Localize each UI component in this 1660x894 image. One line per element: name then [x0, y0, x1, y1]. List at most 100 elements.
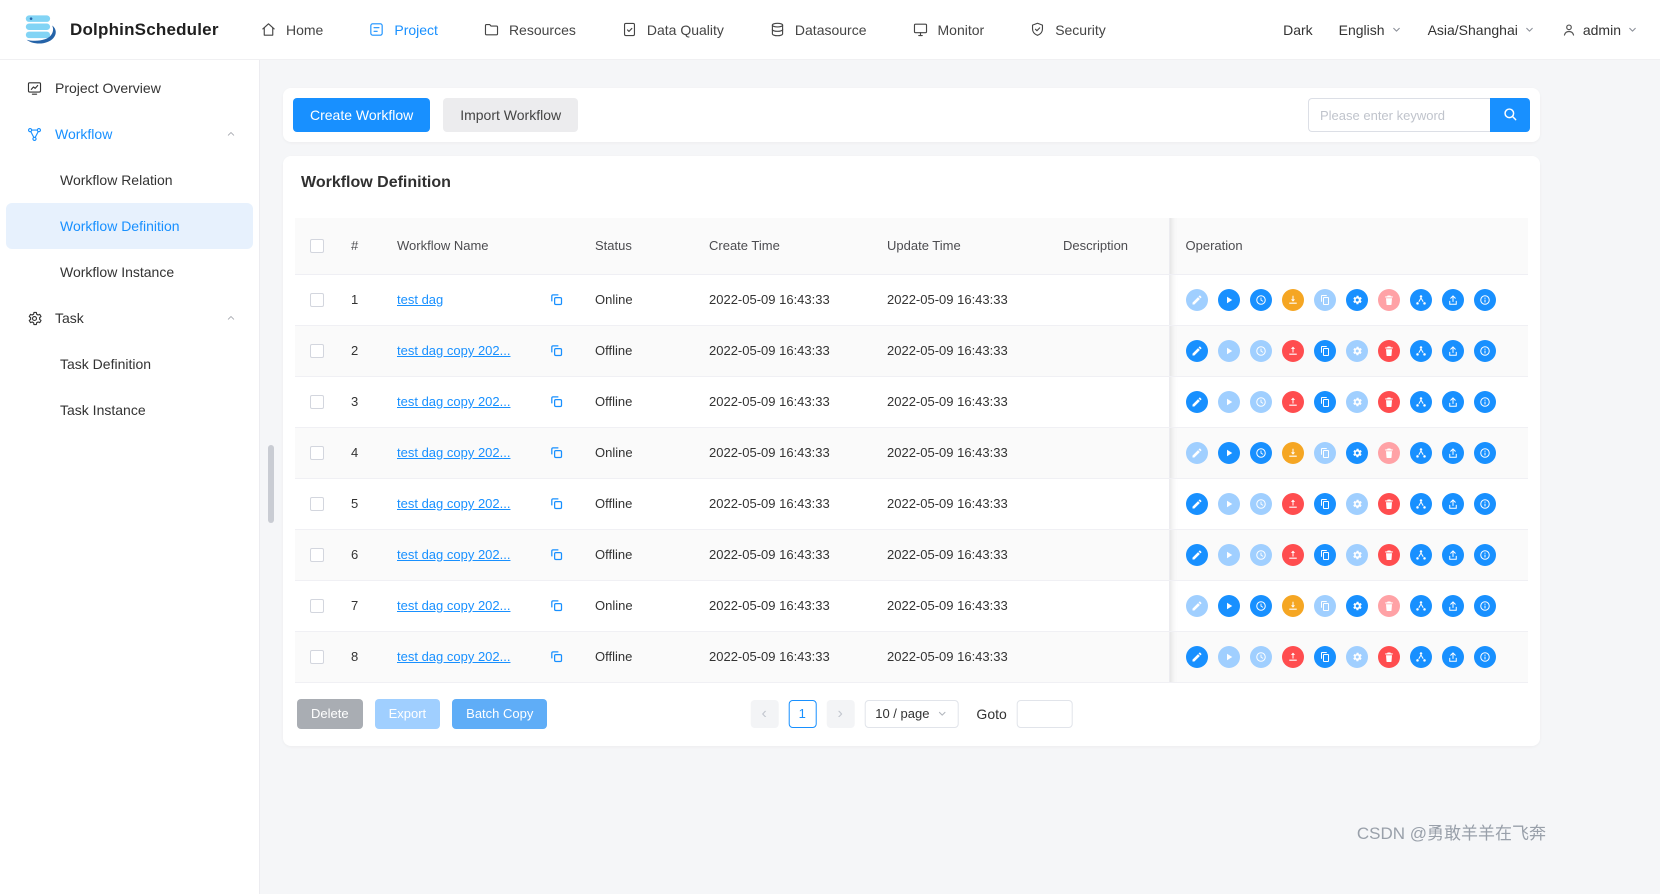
op-timing-button[interactable] [1249, 390, 1272, 413]
op-cron-button[interactable] [1345, 594, 1368, 617]
nav-item-security[interactable]: Security [1029, 21, 1106, 38]
op-release-button[interactable] [1281, 288, 1304, 311]
workflow-name-link[interactable]: test dag copy 202... [397, 445, 549, 460]
op-version-button[interactable] [1473, 594, 1496, 617]
op-tree-button[interactable] [1409, 645, 1432, 668]
op-export-button[interactable] [1441, 441, 1464, 464]
op-edit-button[interactable] [1185, 594, 1208, 617]
search-input[interactable] [1308, 98, 1490, 132]
op-timing-button[interactable] [1249, 288, 1272, 311]
batch-delete-button[interactable]: Delete [297, 698, 363, 729]
sidebar-item-task[interactable]: Task [0, 295, 259, 341]
op-version-button[interactable] [1473, 441, 1496, 464]
copy-name-icon[interactable] [549, 649, 564, 664]
select-all-checkbox[interactable] [310, 238, 324, 253]
op-cron-button[interactable] [1345, 339, 1368, 362]
batch-export-button[interactable]: Export [374, 698, 441, 729]
op-cron-button[interactable] [1345, 645, 1368, 668]
op-start-button[interactable] [1217, 288, 1240, 311]
op-copy-button[interactable] [1313, 288, 1336, 311]
copy-name-icon[interactable] [549, 292, 564, 307]
nav-item-datasource[interactable]: Datasource [769, 21, 867, 38]
language-select[interactable]: English [1339, 22, 1402, 38]
op-cron-button[interactable] [1345, 492, 1368, 515]
op-tree-button[interactable] [1409, 390, 1432, 413]
op-export-button[interactable] [1441, 288, 1464, 311]
op-release-button[interactable] [1281, 390, 1304, 413]
op-version-button[interactable] [1473, 543, 1496, 566]
op-tree-button[interactable] [1409, 492, 1432, 515]
row-checkbox[interactable] [310, 445, 324, 460]
copy-name-icon[interactable] [549, 343, 564, 358]
op-timing-button[interactable] [1249, 594, 1272, 617]
op-cron-button[interactable] [1345, 543, 1368, 566]
op-timing-button[interactable] [1249, 441, 1272, 464]
nav-item-project[interactable]: Project [368, 21, 438, 38]
workflow-name-link[interactable]: test dag [397, 292, 549, 307]
op-export-button[interactable] [1441, 645, 1464, 668]
workflow-name-link[interactable]: test dag copy 202... [397, 343, 549, 358]
op-timing-button[interactable] [1249, 645, 1272, 668]
op-version-button[interactable] [1473, 645, 1496, 668]
op-timing-button[interactable] [1249, 492, 1272, 515]
search-button[interactable] [1490, 98, 1530, 132]
row-checkbox[interactable] [310, 394, 324, 409]
row-checkbox[interactable] [310, 496, 324, 511]
nav-item-resources[interactable]: Resources [483, 21, 576, 38]
op-start-button[interactable] [1217, 594, 1240, 617]
copy-name-icon[interactable] [549, 394, 564, 409]
row-checkbox[interactable] [310, 547, 324, 562]
sidebar-item-task-instance[interactable]: Task Instance [6, 387, 253, 433]
op-delete-button[interactable] [1377, 594, 1400, 617]
op-timing-button[interactable] [1249, 543, 1272, 566]
op-release-button[interactable] [1281, 492, 1304, 515]
copy-name-icon[interactable] [549, 445, 564, 460]
op-delete-button[interactable] [1377, 441, 1400, 464]
op-version-button[interactable] [1473, 390, 1496, 413]
op-version-button[interactable] [1473, 288, 1496, 311]
sidebar-item-workflow-relation[interactable]: Workflow Relation [6, 157, 253, 203]
op-copy-button[interactable] [1313, 390, 1336, 413]
op-copy-button[interactable] [1313, 645, 1336, 668]
op-release-button[interactable] [1281, 645, 1304, 668]
nav-item-home[interactable]: Home [260, 21, 323, 38]
op-start-button[interactable] [1217, 339, 1240, 362]
op-release-button[interactable] [1281, 441, 1304, 464]
workflow-name-link[interactable]: test dag copy 202... [397, 496, 549, 511]
workflow-name-link[interactable]: test dag copy 202... [397, 547, 549, 562]
op-edit-button[interactable] [1185, 645, 1208, 668]
op-version-button[interactable] [1473, 492, 1496, 515]
op-edit-button[interactable] [1185, 288, 1208, 311]
op-copy-button[interactable] [1313, 594, 1336, 617]
op-export-button[interactable] [1441, 543, 1464, 566]
row-checkbox[interactable] [310, 598, 324, 613]
page-number-button[interactable]: 1 [788, 699, 817, 728]
sidebar-item-workflow-instance[interactable]: Workflow Instance [6, 249, 253, 295]
op-release-button[interactable] [1281, 339, 1304, 362]
copy-name-icon[interactable] [549, 598, 564, 613]
op-release-button[interactable] [1281, 543, 1304, 566]
nav-item-monitor[interactable]: Monitor [912, 21, 984, 38]
op-copy-button[interactable] [1313, 543, 1336, 566]
sidebar-item-workflow[interactable]: Workflow [0, 111, 259, 157]
op-tree-button[interactable] [1409, 339, 1432, 362]
op-edit-button[interactable] [1185, 441, 1208, 464]
op-copy-button[interactable] [1313, 339, 1336, 362]
workflow-name-link[interactable]: test dag copy 202... [397, 394, 549, 409]
scrollbar[interactable] [268, 445, 274, 523]
copy-name-icon[interactable] [549, 496, 564, 511]
workflow-name-link[interactable]: test dag copy 202... [397, 649, 549, 664]
op-start-button[interactable] [1217, 441, 1240, 464]
op-delete-button[interactable] [1377, 492, 1400, 515]
op-delete-button[interactable] [1377, 288, 1400, 311]
op-export-button[interactable] [1441, 594, 1464, 617]
op-export-button[interactable] [1441, 339, 1464, 362]
op-start-button[interactable] [1217, 543, 1240, 566]
op-copy-button[interactable] [1313, 441, 1336, 464]
sidebar-item-task-definition[interactable]: Task Definition [6, 341, 253, 387]
op-cron-button[interactable] [1345, 390, 1368, 413]
op-version-button[interactable] [1473, 339, 1496, 362]
op-edit-button[interactable] [1185, 390, 1208, 413]
op-start-button[interactable] [1217, 492, 1240, 515]
user-menu[interactable]: admin [1561, 22, 1638, 38]
